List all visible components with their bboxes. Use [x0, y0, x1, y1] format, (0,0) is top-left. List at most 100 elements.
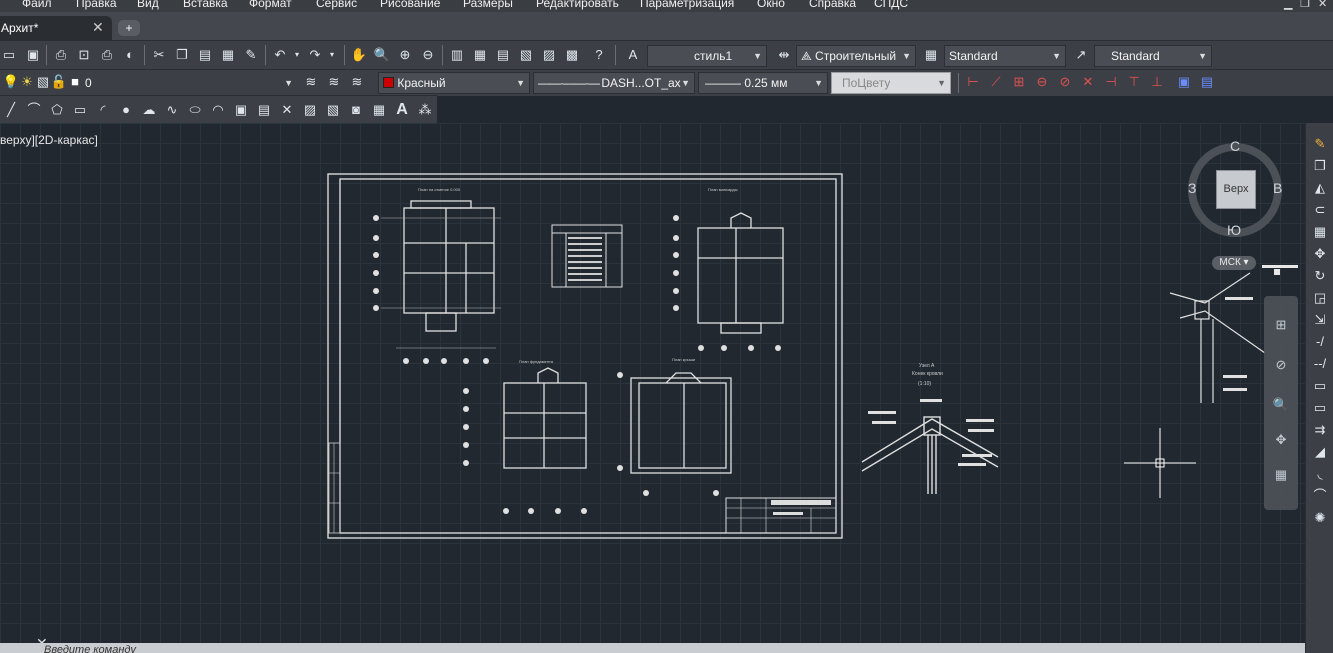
table-style-select[interactable]: Standard ▼ [944, 45, 1066, 67]
spline-icon[interactable]: ∿ [163, 101, 181, 119]
point-icon[interactable]: ✕ [278, 101, 296, 119]
redo-icon[interactable]: ↷ [306, 46, 324, 64]
make-current-layer-icon[interactable]: ≋ [302, 73, 320, 91]
help-icon[interactable]: ? [590, 46, 608, 64]
dim-linear-icon[interactable]: ⊢ [964, 73, 982, 91]
steering-wheel-icon[interactable]: ⊞ [1272, 316, 1290, 334]
cut-icon[interactable]: ✂ [150, 46, 168, 64]
stretch-icon[interactable]: ⇲ [1311, 311, 1329, 329]
dim-style-icon[interactable]: ⇹ [775, 46, 793, 64]
move-icon[interactable]: ✥ [1311, 245, 1329, 263]
viewcube-top-face[interactable]: Верх [1216, 170, 1256, 209]
plot-icon[interactable]: ⎙ [52, 46, 70, 64]
dim-baseline-icon[interactable]: ⊣ [1102, 73, 1120, 91]
menu-window[interactable]: Окно [757, 0, 785, 10]
extend-icon[interactable]: --/ [1311, 355, 1329, 373]
plotstyle-select[interactable]: ПоЦвету ▼ [831, 72, 951, 94]
sheet-set-icon[interactable]: ▧ [517, 46, 535, 64]
nav-zoom-icon[interactable]: 🔍 [1272, 396, 1290, 414]
layer-select[interactable]: 0 ▼ [84, 72, 298, 94]
match-properties-icon[interactable]: ✎ [242, 46, 260, 64]
make-block-icon[interactable]: ▤ [255, 101, 273, 119]
table-icon[interactable]: ▦ [370, 101, 388, 119]
plot-preview-icon[interactable]: ⊡ [75, 46, 93, 64]
dim-radius-icon[interactable]: ⊖ [1033, 73, 1051, 91]
save-icon[interactable]: ▣ [24, 46, 42, 64]
circle-icon[interactable]: ● [117, 101, 135, 119]
drawing-viewport[interactable]: верху][2D-каркас] План на отметке 0.000 [0, 123, 1305, 643]
paste-icon[interactable]: ▤ [196, 46, 214, 64]
viewcube[interactable]: Верх С Ю З В [1185, 138, 1285, 238]
ucs-menu[interactable]: МСК ▾ [1212, 256, 1256, 270]
zoom-previous-icon[interactable]: ⊖ [419, 46, 437, 64]
fillet-icon[interactable]: ◟ [1311, 465, 1329, 483]
menu-view[interactable]: Вид [137, 0, 159, 10]
polygon-icon[interactable]: ⬠ [48, 101, 66, 119]
break-icon[interactable]: ▭ [1311, 399, 1329, 417]
dim-continue-icon[interactable]: ⊤ [1125, 73, 1143, 91]
dim-update-icon[interactable]: ▤ [1198, 73, 1216, 91]
multileader-style-icon[interactable]: ↗ [1072, 46, 1090, 64]
menu-spds[interactable]: СПДС [874, 0, 908, 10]
break-at-point-icon[interactable]: ▭ [1311, 377, 1329, 395]
text-style-icon[interactable]: A [624, 46, 642, 64]
trim-icon[interactable]: -/ [1311, 333, 1329, 351]
menu-draw[interactable]: Рисование [380, 0, 440, 10]
gradient-icon[interactable]: ▧ [324, 101, 342, 119]
compass-west[interactable]: З [1188, 180, 1196, 196]
revcloud-icon[interactable]: ☁ [140, 101, 158, 119]
lineweight-select[interactable]: ——— 0.25 мм ▼ [698, 72, 828, 94]
menu-insert[interactable]: Вставка [183, 0, 228, 10]
rotate-icon[interactable]: ↻ [1311, 267, 1329, 285]
linetype-select[interactable]: ——·——·— DASH...OT_ax ▼ [533, 72, 695, 94]
paste-block-icon[interactable]: ▦ [219, 46, 237, 64]
compass-north[interactable]: С [1230, 138, 1240, 154]
undo-icon[interactable]: ↶ [271, 46, 289, 64]
dim-tolerance-icon[interactable]: ⊥ [1148, 73, 1166, 91]
showmotion-icon[interactable]: ▦ [1272, 466, 1290, 484]
viewport-label[interactable]: верху][2D-каркас] [0, 133, 98, 147]
open-icon[interactable]: ▭ [0, 46, 18, 64]
offset-icon[interactable]: ⊂ [1311, 201, 1329, 219]
region-icon[interactable]: ◙ [347, 101, 365, 119]
zoom-realtime-icon[interactable]: 🔍 [373, 46, 391, 64]
layer-states-icon[interactable]: ≋ [348, 73, 366, 91]
dim-angular-icon[interactable]: ✕ [1079, 73, 1097, 91]
menu-help[interactable]: Справка [809, 0, 856, 10]
redo-dropdown-icon[interactable]: ▾ [323, 46, 341, 64]
chamfer-icon[interactable]: ◢ [1311, 443, 1329, 461]
menu-tools[interactable]: Сервис [316, 0, 357, 10]
ellipse-icon[interactable]: ⬭ [186, 101, 204, 119]
nav-pan-icon[interactable]: ⊘ [1272, 356, 1290, 374]
tool-palettes-icon[interactable]: ▤ [494, 46, 512, 64]
text-style-select[interactable]: стиль1 ▼ [647, 45, 767, 67]
design-center-icon[interactable]: ▦ [471, 46, 489, 64]
copy-object-icon[interactable]: ❐ [1311, 157, 1329, 175]
join-icon[interactable]: ⇉ [1311, 421, 1329, 439]
ellipse-arc-icon[interactable]: ◠ [209, 101, 227, 119]
hatch-icon[interactable]: ▨ [301, 101, 319, 119]
copy-icon[interactable]: ❐ [173, 46, 191, 64]
dim-style-select[interactable]: ⟁ Строительный ▼ [796, 45, 916, 67]
menu-dimensions[interactable]: Размеры [463, 0, 513, 10]
polyline-icon[interactable]: ⌒ [25, 101, 43, 119]
menu-modify[interactable]: Редактировать [536, 0, 619, 10]
pan-icon[interactable]: ✋ [350, 46, 368, 64]
menu-file[interactable]: Файл [22, 0, 52, 10]
properties-icon[interactable]: ▥ [448, 46, 466, 64]
blend-icon[interactable]: ⌒ [1311, 487, 1329, 505]
layer-previous-icon[interactable]: ≋ [325, 73, 343, 91]
zoom-window-icon[interactable]: ⊕ [396, 46, 414, 64]
multileader-style-select[interactable]: Standard ▼ [1094, 45, 1212, 67]
add-selected-icon[interactable]: ⁂ [416, 101, 434, 119]
command-input[interactable]: Введите команду [44, 644, 136, 653]
close-icon[interactable]: ✕ [1318, 0, 1327, 10]
document-tab[interactable]: Архит* ✕ [0, 16, 112, 40]
restore-icon[interactable]: ❐ [1300, 0, 1310, 10]
table-style-icon[interactable]: ▦ [922, 46, 940, 64]
menu-edit[interactable]: Правка [76, 0, 117, 10]
undo-dropdown-icon[interactable]: ▾ [288, 46, 306, 64]
command-line[interactable]: Введите команду [0, 643, 1305, 653]
menu-format[interactable]: Формат [249, 0, 292, 10]
arc-icon[interactable]: ◜ [94, 101, 112, 119]
